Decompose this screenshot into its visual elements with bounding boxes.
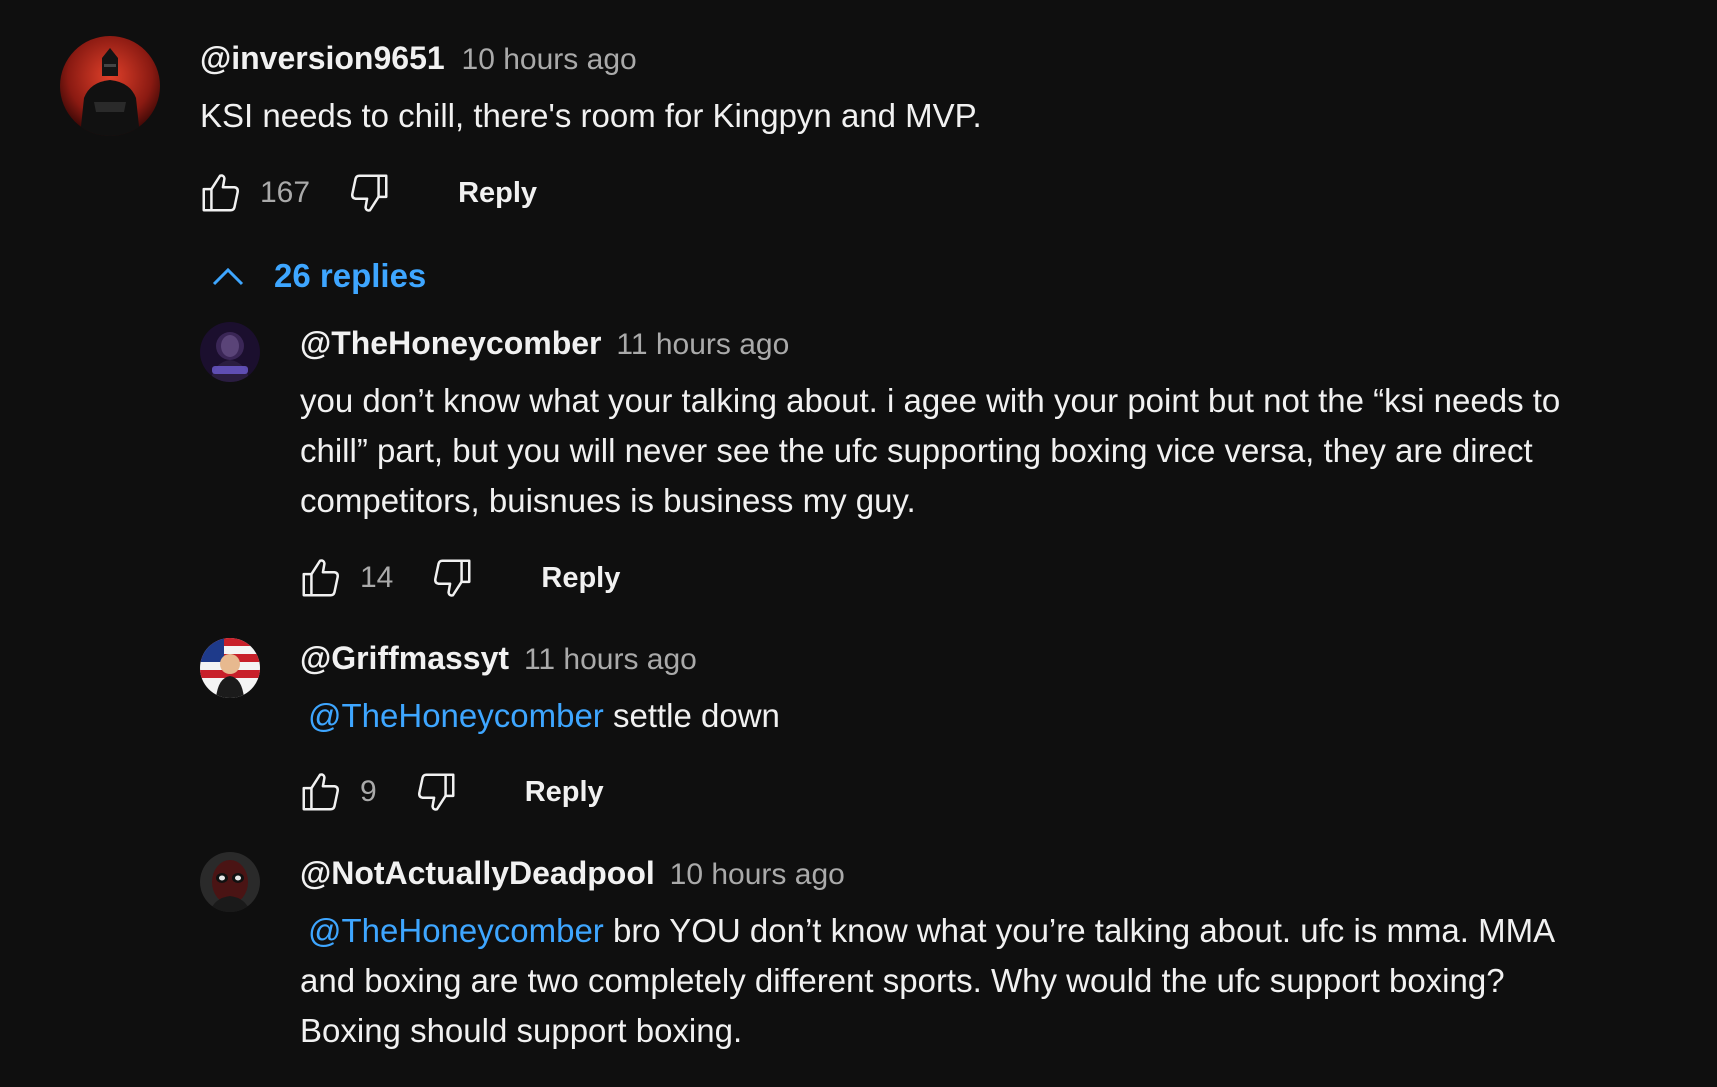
- knight-avatar-icon: [60, 36, 160, 136]
- comment-text-line: competitors, buisnues is business my guy…: [300, 482, 916, 519]
- comment-text: @TheHoneycomber bro YOU don’t know what …: [300, 906, 1555, 1056]
- comment-header: @inversion9651 10 hours ago: [200, 40, 637, 77]
- author-name[interactable]: @inversion9651: [200, 40, 445, 76]
- thumb-down-icon: [417, 773, 455, 811]
- dislike-button[interactable]: [427, 553, 477, 603]
- thumb-up-icon: [202, 174, 239, 212]
- comment-actions: 9 Reply: [296, 767, 604, 817]
- comment-header: @Griffmassyt 11 hours ago: [300, 640, 697, 677]
- reply-button[interactable]: Reply: [525, 776, 604, 809]
- comment-text: KSI needs to chill, there's room for Kin…: [200, 97, 982, 134]
- like-button[interactable]: [296, 767, 346, 817]
- author-name[interactable]: @TheHoneycomber: [300, 325, 601, 361]
- timestamp[interactable]: 10 hours ago: [462, 43, 637, 76]
- like-count: 14: [360, 561, 394, 594]
- comment-text-line: chill” part, but you will never see the …: [300, 432, 1533, 469]
- timestamp[interactable]: 11 hours ago: [616, 328, 789, 361]
- comment-text-line: Boxing should support boxing.: [300, 1012, 743, 1049]
- comment-header: @NotActuallyDeadpool 10 hours ago: [300, 855, 845, 892]
- timestamp[interactable]: 11 hours ago: [524, 643, 697, 676]
- thumb-up-icon: [302, 559, 339, 597]
- avatar[interactable]: [60, 36, 160, 136]
- comment-text-body: bro YOU don’t know what you’re talking a…: [612, 912, 1556, 949]
- comment-text: @TheHoneycomber settle down: [300, 691, 780, 741]
- thumb-up-icon: [302, 773, 339, 811]
- comment-text-line: you don’t know what your talking about. …: [300, 382, 1561, 419]
- avatar[interactable]: [200, 852, 260, 912]
- chevron-up-icon: [212, 267, 244, 286]
- comment-actions: 14 Reply: [296, 553, 620, 603]
- thumb-down-icon: [351, 174, 388, 212]
- author-name[interactable]: @NotActuallyDeadpool: [300, 855, 655, 891]
- timestamp[interactable]: 10 hours ago: [670, 858, 845, 891]
- mention-link[interactable]: @TheHoneycomber: [308, 697, 604, 734]
- author-name[interactable]: @Griffmassyt: [300, 640, 509, 676]
- avatar[interactable]: [200, 638, 260, 698]
- thumb-down-icon: [434, 559, 471, 597]
- like-button[interactable]: [196, 168, 246, 218]
- comment-text-line: @TheHoneycomber bro YOU don’t know what …: [300, 906, 1555, 956]
- mention-link[interactable]: @TheHoneycomber: [308, 912, 604, 949]
- comment-header: @TheHoneycomber 11 hours ago: [300, 325, 789, 362]
- replies-toggle-button[interactable]: 26 replies: [210, 252, 426, 300]
- reply-button[interactable]: Reply: [458, 177, 537, 210]
- dislike-button[interactable]: [344, 168, 394, 218]
- comment-actions: 167 Reply: [196, 168, 537, 218]
- comment-text-line: and boxing are two completely different …: [300, 962, 1505, 999]
- avatar[interactable]: [200, 322, 260, 382]
- comment-text-body: settle down: [612, 697, 780, 734]
- dislike-button[interactable]: [411, 767, 461, 817]
- replies-count-label: 26 replies: [274, 257, 427, 294]
- purple-portrait-avatar-icon: [200, 322, 260, 382]
- comment-text: you don’t know what your talking about. …: [300, 376, 1560, 526]
- like-count: 167: [260, 176, 311, 209]
- masked-face-avatar-icon: [200, 852, 260, 912]
- reply-button[interactable]: Reply: [541, 562, 620, 595]
- like-count: 9: [360, 775, 377, 808]
- flag-portrait-avatar-icon: [200, 638, 260, 698]
- like-button[interactable]: [296, 553, 346, 603]
